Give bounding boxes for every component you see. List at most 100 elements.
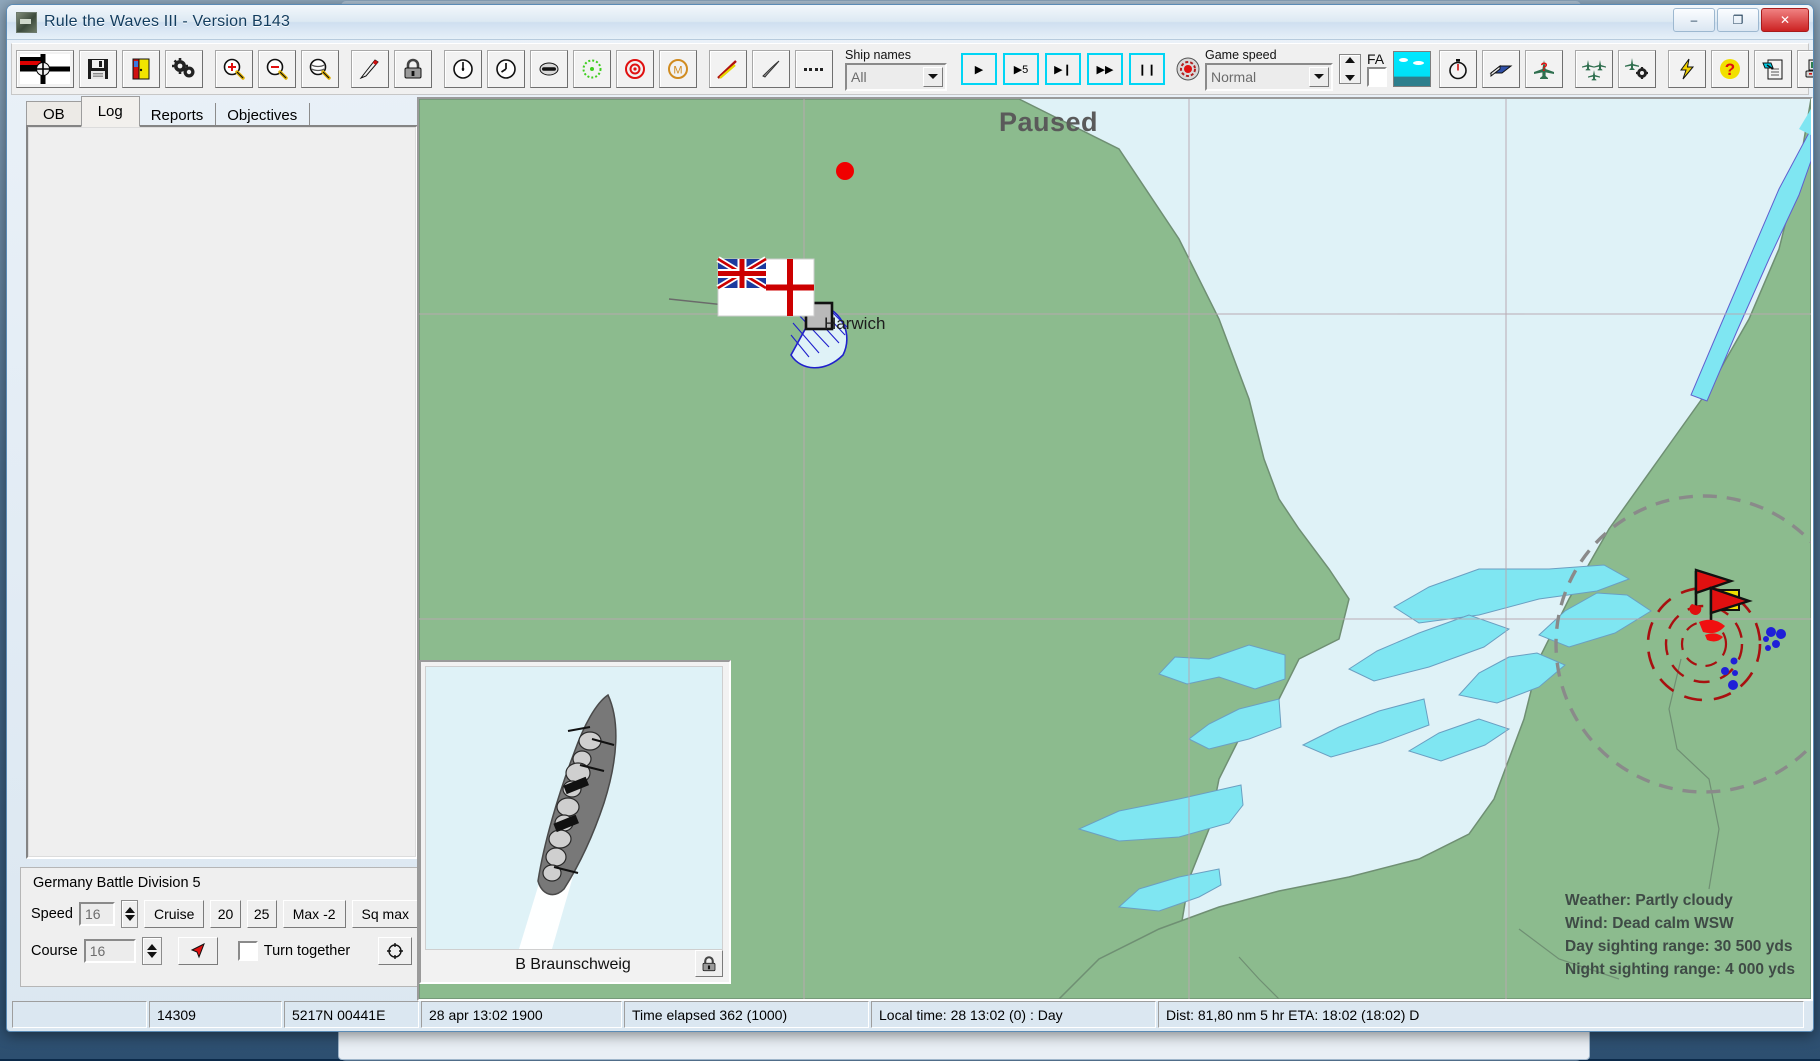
chevron-down-icon[interactable] bbox=[923, 67, 943, 87]
ship-name-label: B Braunschweig bbox=[425, 951, 721, 979]
minimize-button[interactable]: – bbox=[1673, 8, 1715, 32]
fa-toggle[interactable]: FA bbox=[1367, 52, 1387, 87]
stepper-up-icon[interactable] bbox=[147, 944, 157, 950]
pause-button[interactable]: ❙❙ bbox=[1129, 53, 1165, 85]
stepper-up-icon[interactable] bbox=[1345, 57, 1355, 63]
window-title: Rule the Waves III - Version B143 bbox=[44, 13, 290, 31]
main-window: Rule the Waves III - Version B143 – ❐ ✕ bbox=[6, 4, 1814, 1032]
white-ensign-flag bbox=[718, 259, 814, 316]
print-button[interactable] bbox=[1797, 50, 1814, 88]
status-date: 28 apr 13:02 1900 bbox=[421, 1001, 622, 1028]
zoom-in-button[interactable] bbox=[215, 50, 253, 88]
ship-names-select[interactable]: All bbox=[845, 63, 947, 91]
red-land-marker[interactable] bbox=[836, 162, 854, 180]
time-dial-button[interactable] bbox=[487, 50, 525, 88]
tab-ob[interactable]: OB bbox=[26, 101, 82, 127]
speed-20-button[interactable]: 20 bbox=[210, 900, 240, 928]
game-speed-label: Game speed bbox=[1205, 48, 1333, 63]
svg-text:M: M bbox=[673, 65, 682, 77]
stepper-down-icon[interactable] bbox=[147, 952, 157, 958]
torpedo-icon bbox=[758, 57, 784, 81]
course-line-button[interactable] bbox=[709, 50, 747, 88]
left-panel: OB Log Reports Objectives Germany Battle… bbox=[12, 97, 412, 997]
zoom-fit-button[interactable] bbox=[301, 50, 339, 88]
settings-button[interactable] bbox=[165, 50, 203, 88]
stepper-down-icon[interactable] bbox=[125, 915, 135, 921]
green-contact-button[interactable] bbox=[573, 50, 611, 88]
set-course-button[interactable] bbox=[178, 937, 218, 965]
log-list-inner bbox=[28, 127, 416, 857]
zoom-out-button[interactable] bbox=[258, 50, 296, 88]
printer-icon bbox=[1804, 57, 1814, 81]
clock-button[interactable] bbox=[444, 50, 482, 88]
save-button[interactable] bbox=[79, 50, 117, 88]
status-local-time: Local time: 28 13:02 (0) : Day bbox=[871, 1001, 1156, 1028]
mine-capsule-icon bbox=[537, 57, 561, 81]
course-input[interactable]: 16 bbox=[84, 939, 136, 963]
course-stepper[interactable] bbox=[142, 937, 162, 965]
status-bar: 14309 5217N 00441E 28 apr 13:02 1900 Tim… bbox=[12, 1001, 1806, 1028]
lightning-button[interactable] bbox=[1668, 50, 1706, 88]
title-bar: Rule the Waves III - Version B143 – ❐ ✕ bbox=[7, 5, 1813, 40]
target-button[interactable] bbox=[616, 50, 654, 88]
fa-checkbox[interactable] bbox=[1367, 67, 1387, 87]
magnifier-plus-icon bbox=[222, 57, 246, 81]
speed-sq-max-button[interactable]: Sq max bbox=[352, 900, 419, 928]
speed-cruise-label: Cruise bbox=[154, 906, 194, 922]
book-button[interactable] bbox=[1482, 50, 1520, 88]
sea-state-button[interactable] bbox=[1393, 51, 1431, 87]
aircraft-settings-button[interactable] bbox=[1618, 50, 1656, 88]
play-button[interactable]: ▶ bbox=[961, 53, 997, 85]
chevron-down-icon[interactable] bbox=[1309, 67, 1329, 87]
book-icon bbox=[1489, 57, 1513, 81]
speed-25-button[interactable]: 25 bbox=[247, 900, 277, 928]
lightning-bolt-icon bbox=[1675, 57, 1699, 81]
ship-lock-button[interactable] bbox=[695, 950, 723, 977]
nation-flag-button[interactable] bbox=[16, 50, 74, 88]
speed-stepper[interactable] bbox=[121, 900, 138, 928]
tab-objectives[interactable]: Objectives bbox=[215, 103, 310, 127]
clock-dial-icon bbox=[494, 57, 518, 81]
stepper-up-icon[interactable] bbox=[125, 907, 135, 913]
center-on-division-button[interactable] bbox=[378, 937, 412, 965]
tab-reports[interactable]: Reports bbox=[139, 103, 217, 127]
fast-forward-button[interactable]: ▶▶ bbox=[1087, 53, 1123, 85]
dots-button[interactable] bbox=[795, 50, 833, 88]
question-mark-icon: ? bbox=[1718, 57, 1742, 81]
speed-max-minus-2-button[interactable]: Max -2 bbox=[283, 900, 346, 928]
padlock-icon bbox=[700, 955, 718, 973]
exit-button[interactable] bbox=[122, 50, 160, 88]
speed-cruise-button[interactable]: Cruise bbox=[144, 900, 204, 928]
speed-row: Speed 16 Cruise 20 25 Max -2 Sq max bbox=[21, 900, 419, 928]
torpedo-button[interactable] bbox=[752, 50, 790, 88]
notes-button[interactable] bbox=[1754, 50, 1792, 88]
help-button[interactable]: ? bbox=[1711, 50, 1749, 88]
play-5-button[interactable]: ▶5 bbox=[1003, 53, 1039, 85]
tab-log[interactable]: Log bbox=[81, 96, 140, 127]
ship-preview-canvas[interactable] bbox=[425, 666, 723, 950]
formation-lock-button[interactable] bbox=[394, 50, 432, 88]
close-button[interactable]: ✕ bbox=[1761, 8, 1809, 32]
gears-icon bbox=[171, 57, 197, 81]
aircraft-help-button[interactable]: ? bbox=[1525, 50, 1563, 88]
squadron-button[interactable] bbox=[1575, 50, 1613, 88]
step-button[interactable]: ▶❙ bbox=[1045, 53, 1081, 85]
minimize-icon: – bbox=[1691, 14, 1698, 26]
turn-together-checkbox[interactable] bbox=[238, 941, 258, 961]
mine-button[interactable] bbox=[530, 50, 568, 88]
log-list[interactable] bbox=[26, 125, 418, 859]
floppy-disk-icon bbox=[86, 57, 110, 81]
german-naval-ensign-icon bbox=[20, 54, 70, 84]
minefield-button[interactable]: M bbox=[659, 50, 697, 88]
game-speed-select[interactable]: Normal bbox=[1205, 63, 1333, 91]
weather-condition: Weather: Partly cloudy bbox=[1565, 889, 1795, 912]
ruler-button[interactable] bbox=[351, 50, 389, 88]
stepper-down-icon[interactable] bbox=[1345, 75, 1355, 81]
fast-forward-icon: ▶▶ bbox=[1097, 63, 1114, 76]
maximize-button[interactable]: ❐ bbox=[1717, 8, 1759, 32]
step-icon: ▶❙ bbox=[1054, 63, 1072, 76]
status-elapsed: Time elapsed 362 (1000) bbox=[624, 1001, 869, 1028]
stopwatch-button[interactable] bbox=[1439, 50, 1477, 88]
game-speed-stepper[interactable] bbox=[1339, 54, 1361, 84]
speed-input[interactable]: 16 bbox=[79, 902, 115, 926]
